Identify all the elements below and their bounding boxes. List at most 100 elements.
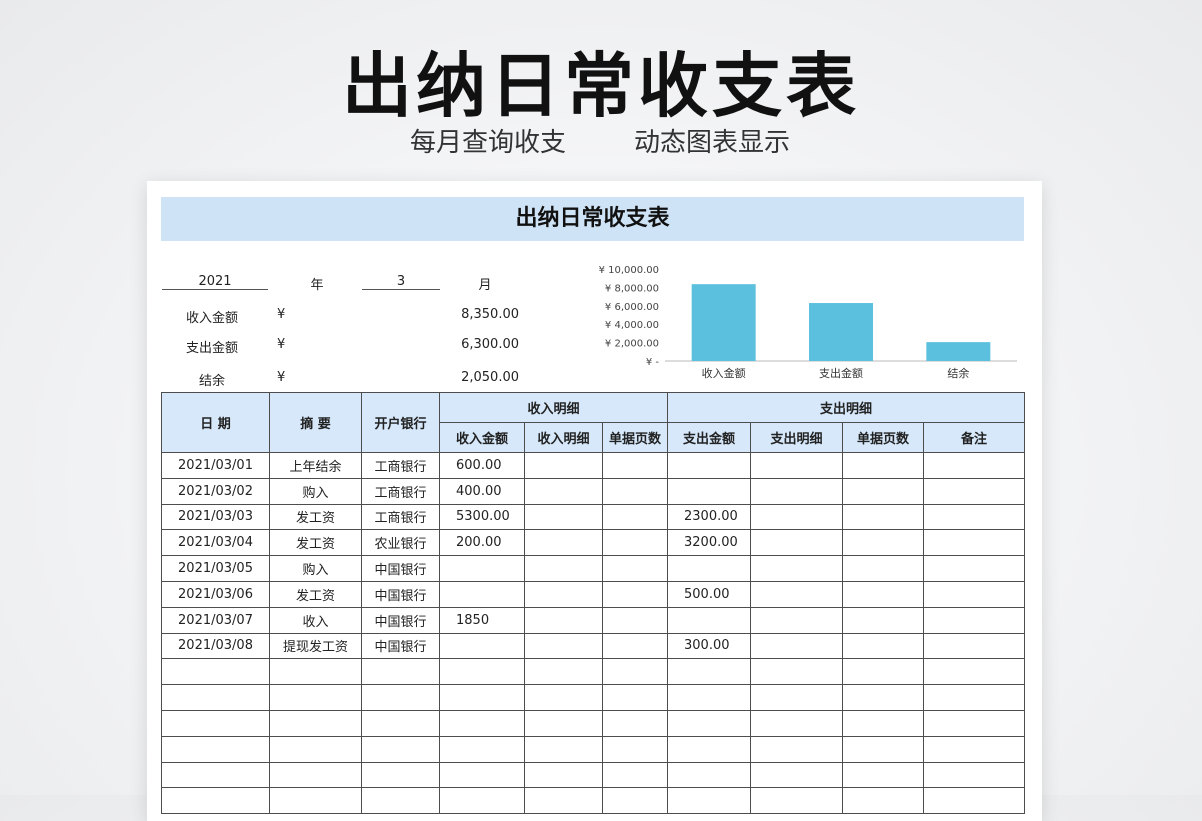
table-cell[interactable] [602,684,668,711]
table-cell[interactable] [602,735,668,763]
table-cell[interactable] [922,503,1026,531]
table-cell[interactable] [750,529,843,557]
table-cell[interactable] [602,580,668,608]
table-cell[interactable] [750,787,843,815]
table-cell[interactable] [842,529,924,557]
table-cell[interactable] [524,555,603,582]
table-cell[interactable] [269,684,362,711]
table-cell[interactable]: 2021/03/04 [161,529,270,557]
table-cell[interactable] [161,761,270,789]
table-cell[interactable]: 中国银行 [361,580,440,608]
table-cell[interactable]: 中国银行 [361,632,440,660]
table-cell[interactable] [667,787,751,815]
year-selector[interactable]: 2021 [162,274,268,290]
table-cell[interactable] [750,503,843,531]
table-cell[interactable]: 2021/03/06 [161,580,270,608]
table-cell[interactable]: 5300.00 [439,503,525,531]
table-cell[interactable]: 收入 [269,606,362,634]
table-cell[interactable]: 工商银行 [361,477,440,505]
table-cell[interactable] [439,684,525,711]
table-cell[interactable]: 300.00 [667,632,751,660]
table-cell[interactable] [842,555,924,582]
table-cell[interactable] [750,580,843,608]
table-cell[interactable] [842,735,924,763]
table-cell[interactable]: 工商银行 [361,503,440,531]
table-cell[interactable]: 1850 [439,606,525,634]
table-cell[interactable]: 购入 [269,555,362,582]
table-cell[interactable] [750,477,843,505]
table-cell[interactable]: 发工资 [269,529,362,557]
table-cell[interactable] [602,761,668,789]
table-cell[interactable] [922,632,1026,660]
table-cell[interactable] [161,709,270,737]
table-cell[interactable] [161,787,270,815]
table-cell[interactable] [602,606,668,634]
table-cell[interactable] [922,477,1026,505]
table-cell[interactable] [842,761,924,789]
table-cell[interactable]: 中国银行 [361,606,440,634]
table-cell[interactable] [667,452,751,479]
table-cell[interactable]: 农业银行 [361,529,440,557]
table-cell[interactable] [842,477,924,505]
table-cell[interactable] [602,787,668,815]
table-cell[interactable] [524,580,603,608]
table-cell[interactable] [750,761,843,789]
table-cell[interactable]: 2300.00 [667,503,751,531]
table-cell[interactable] [750,555,843,582]
table-cell[interactable] [750,735,843,763]
table-cell[interactable] [602,477,668,505]
table-cell[interactable] [922,606,1026,634]
table-cell[interactable]: 2021/03/05 [161,555,270,582]
table-cell[interactable] [361,709,440,737]
table-cell[interactable] [361,684,440,711]
table-cell[interactable] [439,580,525,608]
table-cell[interactable]: 中国银行 [361,555,440,582]
table-cell[interactable] [602,658,668,686]
table-cell[interactable] [842,606,924,634]
table-cell[interactable] [667,684,751,711]
table-cell[interactable] [524,658,603,686]
table-cell[interactable] [922,761,1026,789]
table-cell[interactable] [524,709,603,737]
table-cell[interactable] [439,761,525,789]
table-cell[interactable] [524,477,603,505]
table-cell[interactable] [667,709,751,737]
table-cell[interactable] [842,684,924,711]
table-cell[interactable] [922,787,1026,815]
table-cell[interactable]: 400.00 [439,477,525,505]
table-cell[interactable] [161,684,270,711]
table-cell[interactable] [161,658,270,686]
table-cell[interactable] [524,632,603,660]
table-cell[interactable] [602,632,668,660]
table-cell[interactable] [842,632,924,660]
table-cell[interactable] [269,658,362,686]
table-cell[interactable] [842,580,924,608]
table-cell[interactable] [524,529,603,557]
table-cell[interactable] [922,555,1026,582]
table-cell[interactable] [922,580,1026,608]
table-cell[interactable] [439,658,525,686]
table-cell[interactable] [361,658,440,686]
table-cell[interactable] [269,761,362,789]
table-cell[interactable]: 上年结余 [269,452,362,479]
table-cell[interactable]: 提现发工资 [269,632,362,660]
table-cell[interactable] [269,709,362,737]
table-cell[interactable]: 2021/03/08 [161,632,270,660]
table-cell[interactable] [524,606,603,634]
table-cell[interactable] [602,503,668,531]
table-cell[interactable] [842,503,924,531]
table-cell[interactable]: 2021/03/02 [161,477,270,505]
table-cell[interactable] [602,555,668,582]
table-cell[interactable] [922,529,1026,557]
table-cell[interactable]: 500.00 [667,580,751,608]
table-cell[interactable] [750,452,843,479]
table-cell[interactable] [922,709,1026,737]
table-cell[interactable]: 购入 [269,477,362,505]
table-cell[interactable] [439,632,525,660]
table-cell[interactable] [269,735,362,763]
table-cell[interactable]: 200.00 [439,529,525,557]
table-cell[interactable] [524,735,603,763]
table-cell[interactable] [750,606,843,634]
table-cell[interactable] [922,452,1026,479]
table-cell[interactable] [439,787,525,815]
